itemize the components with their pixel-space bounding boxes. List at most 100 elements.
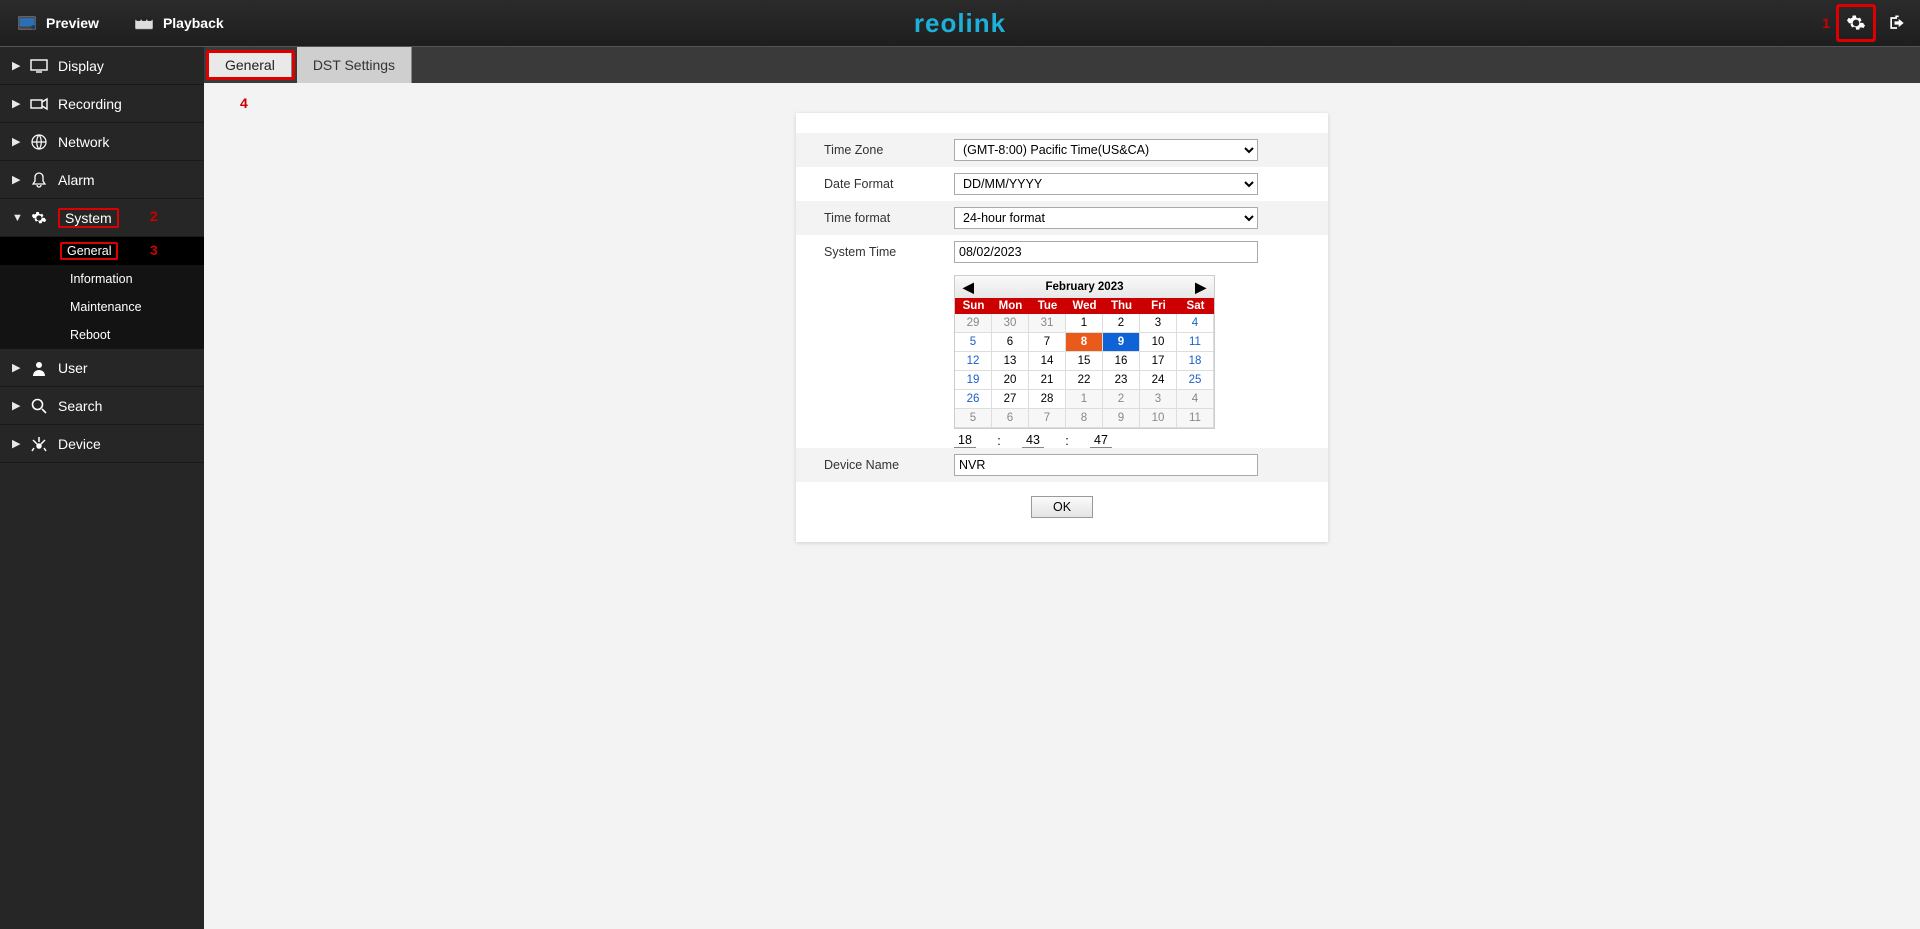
calendar-day[interactable]: 14	[1029, 352, 1066, 371]
calendar-day[interactable]: 5	[955, 409, 992, 428]
calendar-day[interactable]: 3	[1140, 314, 1177, 333]
calendar-day[interactable]: 3	[1140, 390, 1177, 409]
search-icon	[30, 397, 48, 415]
sidebar-sub-maintenance[interactable]: Maintenance	[0, 293, 204, 321]
nav-preview-label: Preview	[46, 15, 99, 31]
calendar-day[interactable]: 1	[1066, 390, 1103, 409]
nav-preview[interactable]: Preview	[0, 0, 117, 46]
calendar-day[interactable]: 30	[992, 314, 1029, 333]
calendar-dow-cell: Tue	[1029, 298, 1066, 314]
calendar-day[interactable]: 23	[1103, 371, 1140, 390]
sidebar-item-display[interactable]: ▶ Display	[0, 47, 204, 85]
sidebar-label: Recording	[58, 96, 122, 112]
calendar-prev-icon[interactable]: ◀	[963, 279, 974, 296]
sidebar-item-search[interactable]: ▶ Search	[0, 387, 204, 425]
calendar-day[interactable]: 12	[955, 352, 992, 371]
sidebar-item-user[interactable]: ▶ User	[0, 349, 204, 387]
calendar-day[interactable]: 10	[1140, 333, 1177, 352]
devicename-input[interactable]	[954, 454, 1258, 476]
calendar-day[interactable]: 8	[1066, 333, 1103, 352]
time-hour[interactable]: 18	[954, 433, 976, 448]
settings-panel: Time Zone (GMT-8:00) Pacific Time(US&CA)…	[796, 113, 1328, 542]
time-min[interactable]: 43	[1022, 433, 1044, 448]
calendar-day[interactable]: 22	[1066, 371, 1103, 390]
calendar-day[interactable]: 10	[1140, 409, 1177, 428]
calendar-day[interactable]: 20	[992, 371, 1029, 390]
calendar-next-icon[interactable]: ▶	[1195, 279, 1206, 296]
sidebar-sub-label: General	[60, 242, 118, 260]
calendar-day[interactable]: 1	[1066, 314, 1103, 333]
calendar-day[interactable]: 7	[1029, 409, 1066, 428]
calendar-day[interactable]: 27	[992, 390, 1029, 409]
calendar-day[interactable]: 16	[1103, 352, 1140, 371]
device-icon	[30, 435, 48, 453]
annotation-3: 3	[150, 242, 158, 258]
chevron-right-icon: ▶	[12, 173, 20, 186]
calendar-day[interactable]: 6	[992, 333, 1029, 352]
calendar-day[interactable]: 7	[1029, 333, 1066, 352]
systemtime-input[interactable]	[954, 241, 1258, 263]
timezone-select[interactable]: (GMT-8:00) Pacific Time(US&CA)	[954, 139, 1258, 161]
sidebar-sub-information[interactable]: Information	[0, 265, 204, 293]
tab-dst[interactable]: DST Settings	[297, 47, 412, 83]
calendar-day[interactable]: 4	[1177, 390, 1214, 409]
dateformat-label: Date Format	[824, 177, 954, 191]
calendar-day[interactable]: 9	[1103, 333, 1140, 352]
calendar-day[interactable]: 24	[1140, 371, 1177, 390]
timeformat-label: Time format	[824, 211, 954, 225]
sidebar-item-network[interactable]: ▶ Network	[0, 123, 204, 161]
tab-general[interactable]: General	[209, 53, 292, 77]
calendar-day[interactable]: 17	[1140, 352, 1177, 371]
chevron-right-icon: ▶	[12, 59, 20, 72]
calendar-dow-cell: Mon	[992, 298, 1029, 314]
logout-icon[interactable]	[1886, 13, 1908, 33]
calendar-day[interactable]: 26	[955, 390, 992, 409]
dateformat-select[interactable]: DD/MM/YYYY	[954, 173, 1258, 195]
calendar-dow: SunMonTueWedThuFriSat	[955, 298, 1214, 314]
time-sec[interactable]: 47	[1090, 433, 1112, 448]
calendar-dow-cell: Sun	[955, 298, 992, 314]
calendar-day[interactable]: 25	[1177, 371, 1214, 390]
calendar-day[interactable]: 4	[1177, 314, 1214, 333]
calendar-title: February 2023	[1046, 281, 1124, 293]
gear-icon	[1846, 13, 1866, 33]
calendar-day[interactable]: 11	[1177, 333, 1214, 352]
sidebar-label: Alarm	[58, 172, 95, 188]
calendar-day[interactable]: 2	[1103, 390, 1140, 409]
sidebar-item-alarm[interactable]: ▶ Alarm	[0, 161, 204, 199]
sidebar-item-system[interactable]: ▼ System 2	[0, 199, 204, 237]
chevron-down-icon: ▼	[12, 212, 20, 224]
calendar-day[interactable]: 28	[1029, 390, 1066, 409]
sidebar-label: User	[58, 360, 88, 376]
calendar-day[interactable]: 21	[1029, 371, 1066, 390]
calendar-day[interactable]: 15	[1066, 352, 1103, 371]
calendar-day[interactable]: 19	[955, 371, 992, 390]
sidebar-sub-general[interactable]: General 3	[0, 237, 204, 265]
timeformat-select[interactable]: 24-hour format	[954, 207, 1258, 229]
user-icon	[30, 359, 48, 377]
calendar-day[interactable]: 13	[992, 352, 1029, 371]
calendar-dow-cell: Thu	[1103, 298, 1140, 314]
row-timezone: Time Zone (GMT-8:00) Pacific Time(US&CA)	[796, 133, 1328, 167]
calendar-day[interactable]: 29	[955, 314, 992, 333]
chevron-right-icon: ▶	[12, 97, 20, 110]
settings-button[interactable]	[1836, 4, 1876, 42]
calendar-day[interactable]: 5	[955, 333, 992, 352]
sidebar-item-device[interactable]: ▶ Device	[0, 425, 204, 463]
calendar-dow-cell: Wed	[1066, 298, 1103, 314]
calendar-day[interactable]: 18	[1177, 352, 1214, 371]
calendar-day[interactable]: 8	[1066, 409, 1103, 428]
calendar-day[interactable]: 2	[1103, 314, 1140, 333]
network-icon	[30, 133, 48, 151]
nav-playback[interactable]: Playback	[117, 0, 242, 46]
sidebar-item-recording[interactable]: ▶ Recording	[0, 85, 204, 123]
calendar-day[interactable]: 31	[1029, 314, 1066, 333]
sidebar-sub-reboot[interactable]: Reboot	[0, 321, 204, 349]
sidebar-label: Network	[58, 134, 109, 150]
ok-button[interactable]: OK	[1031, 496, 1093, 518]
preview-icon	[18, 14, 36, 32]
time-colon: :	[1056, 434, 1078, 448]
calendar-day[interactable]: 9	[1103, 409, 1140, 428]
calendar-day[interactable]: 11	[1177, 409, 1214, 428]
calendar-day[interactable]: 6	[992, 409, 1029, 428]
